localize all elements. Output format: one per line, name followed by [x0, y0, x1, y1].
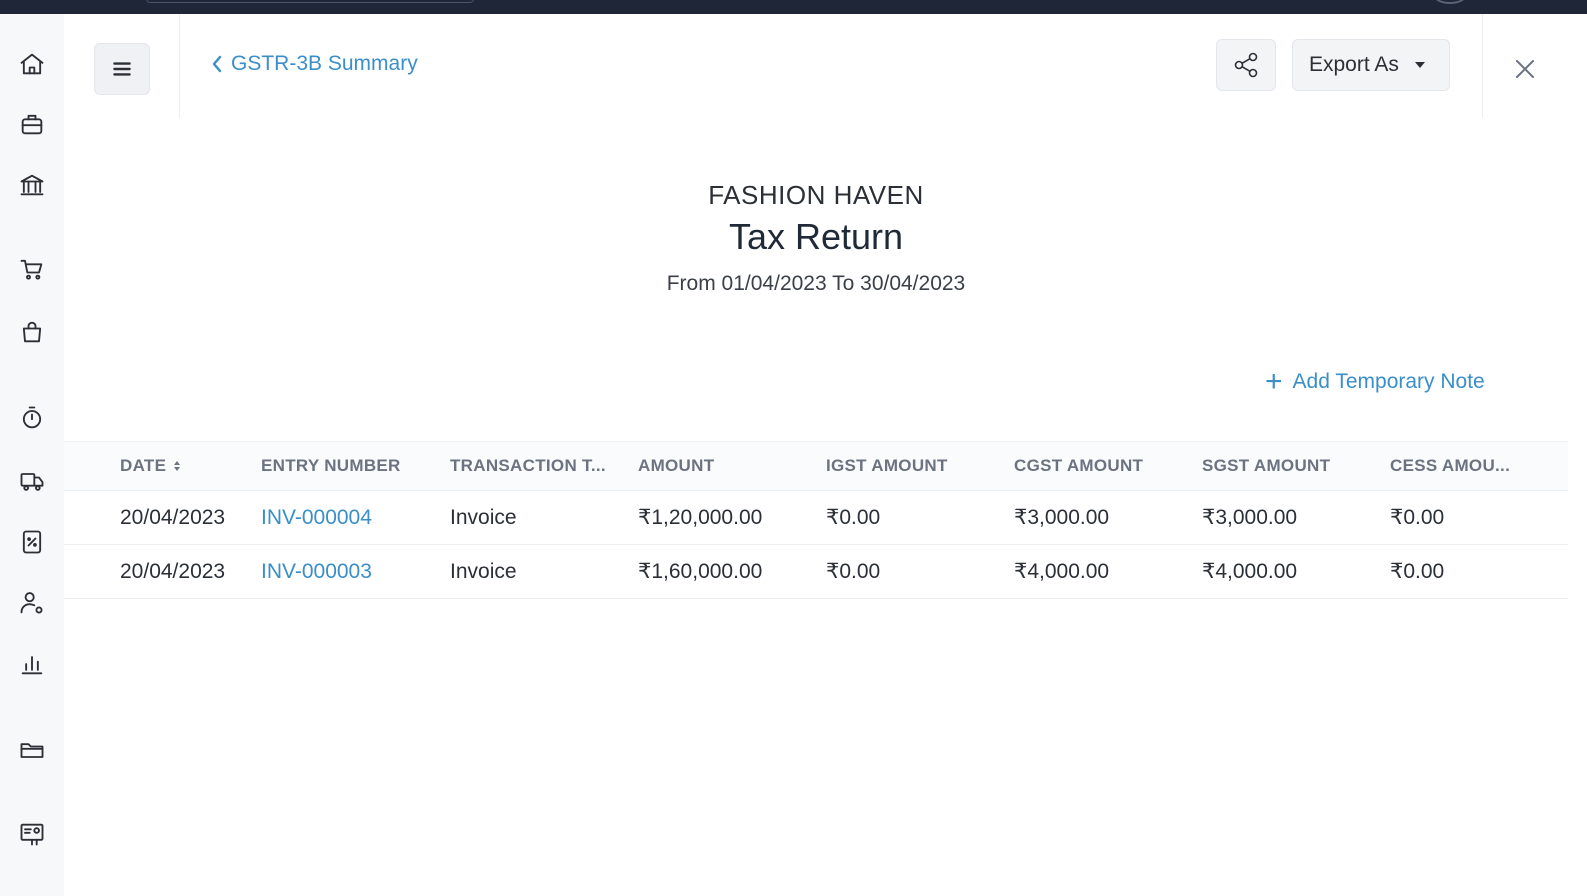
plus-icon: + — [1265, 365, 1283, 398]
back-link-label: GSTR-3B Summary — [231, 52, 418, 75]
cell-entry-number-link[interactable]: INV-000003 — [261, 545, 372, 598]
header-divider — [1482, 14, 1483, 118]
topbar-search-outline[interactable] — [146, 0, 474, 3]
report-title: Tax Return — [728, 216, 904, 257]
shopping-bag-icon[interactable] — [16, 316, 48, 348]
cell-igst-amount: ₹0.00 — [826, 560, 881, 583]
cell-transaction-type: Invoice — [450, 505, 517, 529]
header-divider — [179, 14, 180, 118]
close-button[interactable] — [1510, 54, 1540, 84]
user-settings-icon[interactable] — [16, 587, 48, 619]
company-name: FASHION HAVEN — [708, 180, 924, 210]
briefcase-icon[interactable] — [16, 108, 48, 140]
cart-icon[interactable] — [16, 253, 48, 285]
export-as-dropdown[interactable]: Export As — [1292, 39, 1450, 91]
column-header-date[interactable]: DATE — [120, 442, 181, 490]
add-note-label: Add Temporary Note — [1292, 370, 1485, 393]
cell-transaction-type: Invoice — [450, 559, 517, 583]
share-icon — [1234, 52, 1258, 78]
sidebar-rail — [0, 14, 64, 896]
export-as-label: Export As — [1309, 53, 1399, 76]
cell-date: 20/04/2023 — [120, 505, 226, 529]
column-header-sgst-amount[interactable]: SGST AMOUNT — [1202, 442, 1330, 490]
column-header-entry-number[interactable]: ENTRY NUMBER — [261, 442, 401, 490]
bank-icon[interactable] — [16, 169, 48, 201]
report-header: GSTR-3B Summary Export As — [64, 14, 1587, 118]
settings-card-icon[interactable] — [16, 818, 48, 850]
sort-icon[interactable] — [174, 461, 181, 471]
close-icon — [1516, 60, 1534, 78]
add-temporary-note-button[interactable]: + Add Temporary Note — [1265, 365, 1485, 398]
cell-cess-amount: ₹0.00 — [1390, 506, 1445, 529]
table-row[interactable]: 20/04/2023 INV-000003 Invoice ₹1,60,000.… — [64, 545, 1568, 599]
report-period: From 01/04/2023 To 30/04/2023 — [666, 272, 966, 295]
cell-amount: ₹1,20,000.00 — [638, 506, 763, 529]
chevron-left-icon — [212, 55, 222, 73]
cell-amount: ₹1,60,000.00 — [638, 560, 763, 583]
cell-entry-number-link[interactable]: INV-000004 — [261, 491, 372, 544]
table-header: DATE ENTRY NUMBER TRANSACTION T... AMOUN… — [64, 441, 1568, 491]
cell-date: 20/04/2023 — [120, 559, 226, 583]
bar-chart-icon[interactable] — [16, 648, 48, 680]
column-header-amount[interactable]: AMOUNT — [638, 442, 714, 490]
cell-cess-amount: ₹0.00 — [1390, 560, 1445, 583]
hamburger-icon — [113, 62, 131, 76]
cell-sgst-amount: ₹3,000.00 — [1202, 506, 1298, 529]
table-row[interactable]: 20/04/2023 INV-000004 Invoice ₹1,20,000.… — [64, 491, 1568, 545]
cell-cgst-amount: ₹4,000.00 — [1014, 560, 1110, 583]
top-bar — [0, 0, 1587, 14]
cell-sgst-amount: ₹4,000.00 — [1202, 560, 1298, 583]
tax-return-table: DATE ENTRY NUMBER TRANSACTION T... AMOUN… — [64, 441, 1568, 599]
column-header-label: DATE — [120, 456, 167, 475]
column-header-igst-amount[interactable]: IGST AMOUNT — [826, 442, 948, 490]
menu-toggle-button[interactable] — [94, 43, 150, 95]
profile-avatar[interactable] — [1434, 0, 1466, 4]
timer-icon[interactable] — [16, 402, 48, 434]
folder-icon[interactable] — [16, 734, 48, 766]
caret-down-icon — [1414, 62, 1425, 68]
delivery-truck-icon[interactable] — [16, 465, 48, 497]
tax-document-icon[interactable] — [16, 526, 48, 558]
column-header-transaction-type[interactable]: TRANSACTION T... — [450, 442, 606, 490]
column-header-cgst-amount[interactable]: CGST AMOUNT — [1014, 442, 1143, 490]
home-icon[interactable] — [16, 48, 48, 80]
back-link[interactable]: GSTR-3B Summary — [209, 52, 418, 76]
column-header-cess-amount[interactable]: CESS AMOU... — [1390, 442, 1510, 490]
cell-igst-amount: ₹0.00 — [826, 506, 881, 529]
cell-cgst-amount: ₹3,000.00 — [1014, 506, 1110, 529]
share-button[interactable] — [1216, 39, 1276, 91]
